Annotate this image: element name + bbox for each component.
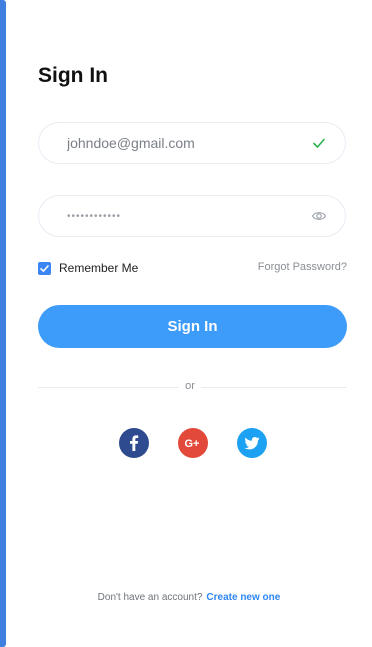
svg-text:G+: G+ [185,438,200,450]
sign-in-button[interactable]: Sign In [38,305,347,348]
google-plus-icon[interactable]: G+ [178,428,208,458]
email-field[interactable] [38,122,346,164]
forgot-password-link[interactable]: Forgot Password? [258,261,347,273]
create-account-link[interactable]: Create new one [206,592,280,603]
password-input[interactable] [67,196,297,236]
checkbox-checked-icon[interactable] [38,261,51,275]
footer: Don't have an account? Create new one [6,592,372,603]
eye-icon[interactable] [311,208,327,224]
remember-me-label: Remember Me [59,261,139,275]
password-field[interactable] [38,195,346,237]
page-title: Sign In [38,64,108,87]
email-input[interactable] [67,123,297,163]
twitter-icon[interactable] [237,428,267,458]
signup-prompt: Don't have an account? [97,592,203,603]
signin-card: Sign In Remember Me Forgot Password? Sig… [6,0,372,647]
facebook-icon[interactable] [119,428,149,458]
check-icon [311,135,327,151]
divider-label: or [179,380,201,392]
remember-me-checkbox[interactable]: Remember Me [38,261,138,275]
